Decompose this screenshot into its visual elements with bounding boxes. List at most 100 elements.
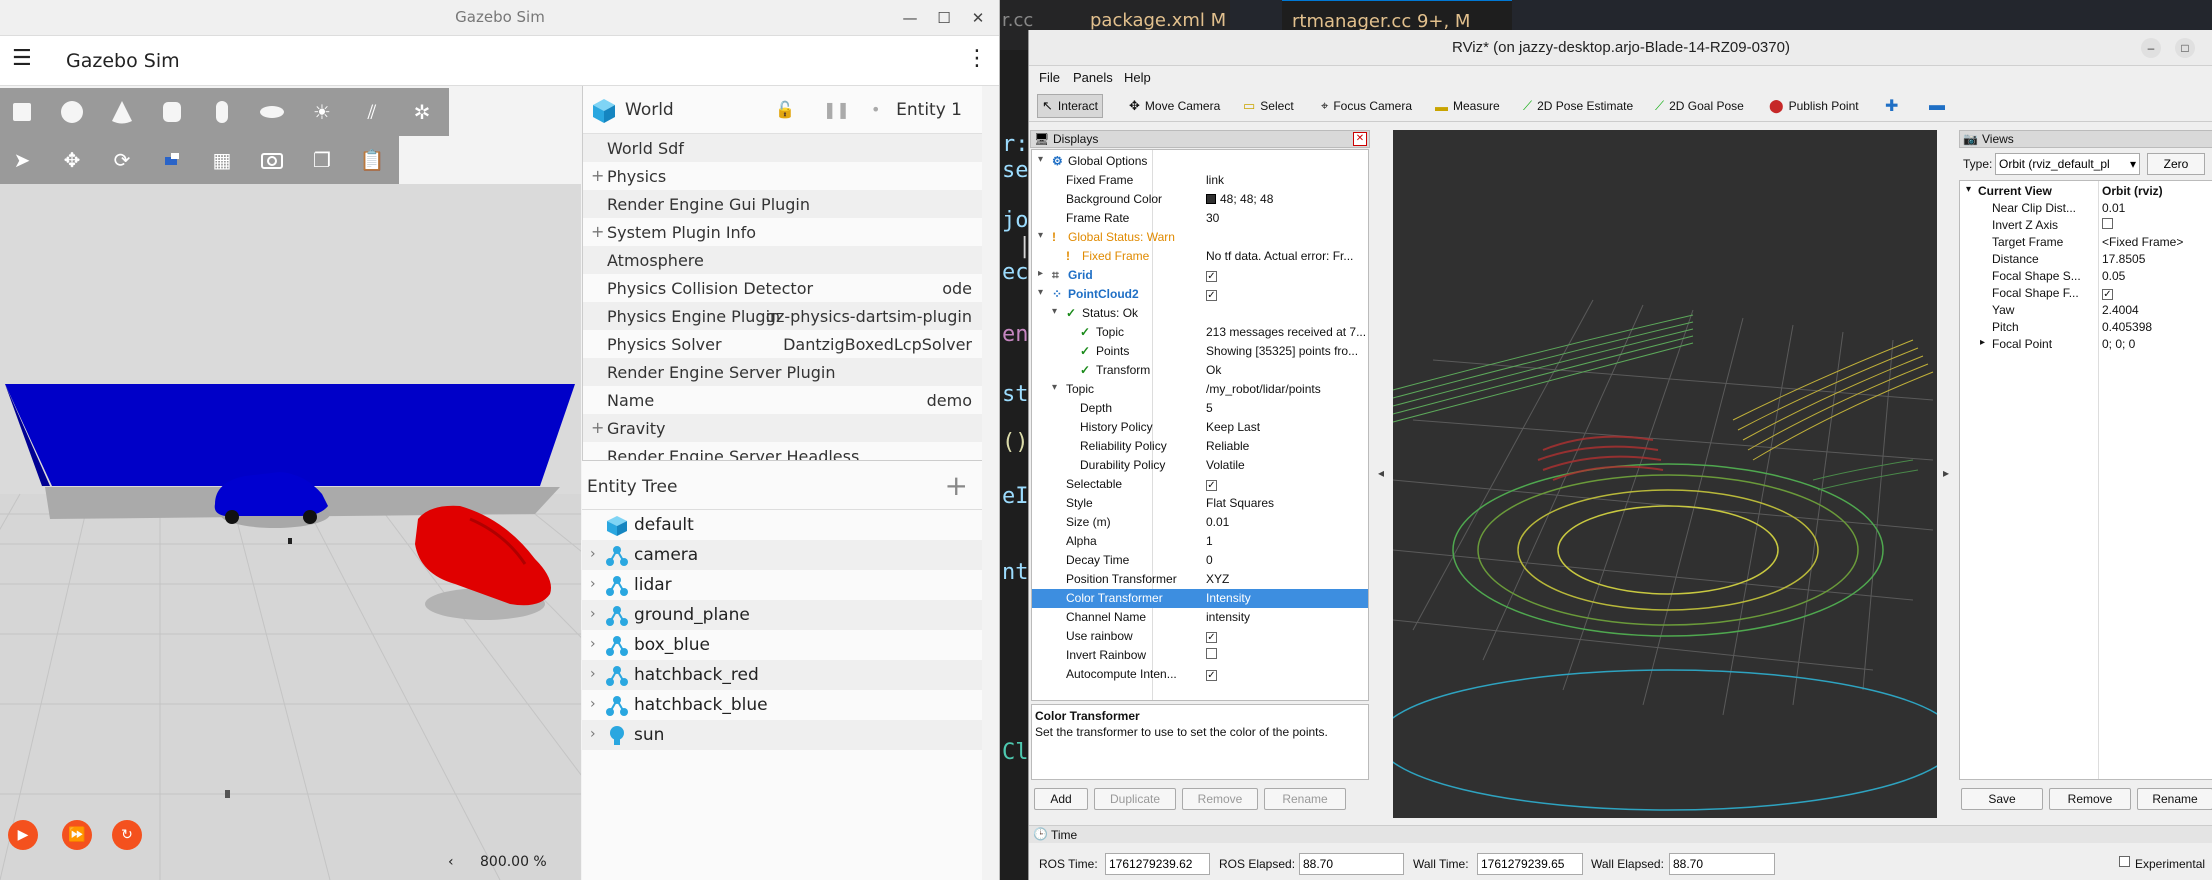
property-checkbox[interactable]: ✓ (1206, 670, 1217, 681)
interact-tool[interactable]: ↖ Interact (1037, 94, 1103, 118)
step-button[interactable]: ⏩ (62, 820, 92, 850)
entity-tree-item[interactable]: › lidar (582, 570, 982, 600)
rename-display-button[interactable]: Rename (1264, 788, 1346, 810)
display-property-row[interactable]: Decay Time 0 (1032, 551, 1368, 570)
add-display-button[interactable]: Add (1034, 788, 1088, 810)
entity-tree-item[interactable]: › hatchback_red (582, 660, 982, 690)
expanded-arrow-icon[interactable]: ▾ (1966, 184, 1971, 195)
hamburger-menu-icon[interactable]: ☰ (12, 48, 34, 70)
pin-icon[interactable]: • (871, 100, 880, 119)
minimize-icon[interactable]: – (2141, 38, 2161, 58)
play-button[interactable]: ▶ (8, 820, 38, 850)
point-light-icon[interactable]: ☀ (308, 98, 336, 126)
component-row[interactable]: Atmosphere (583, 246, 982, 274)
expanded-arrow-icon[interactable]: ▾ (1038, 230, 1043, 241)
copy-icon[interactable]: ❐ (308, 146, 336, 174)
select-tool[interactable]: ▭ Select (1239, 94, 1298, 118)
lock-icon[interactable]: 🔓 (775, 100, 795, 119)
property-checkbox[interactable] (1206, 648, 1217, 659)
cone-shape-icon[interactable] (108, 98, 136, 126)
view-property-row[interactable]: Near Clip Dist... 0.01 (1960, 200, 2212, 217)
color-swatch[interactable] (1206, 194, 1216, 204)
translate-icon[interactable]: ✥ (58, 146, 86, 174)
expanded-arrow-icon[interactable]: ▾ (1038, 154, 1043, 165)
pause-icon[interactable]: ❚❚ (823, 100, 850, 119)
view-property-row[interactable]: Focal Shape S... 0.05 (1960, 268, 2212, 285)
display-property-row[interactable]: Use rainbow ✓ (1032, 627, 1368, 646)
component-row[interactable]: Physics Collision Detector ode (583, 274, 982, 302)
focus-camera-tool[interactable]: ⌖ Focus Camera (1317, 94, 1416, 118)
view-property-checkbox[interactable]: ✓ (2102, 289, 2113, 300)
menu-panels[interactable]: Panels (1073, 70, 1113, 85)
ros-time-field[interactable]: 1761279239.62 (1105, 853, 1210, 875)
box-shape-icon[interactable] (8, 98, 36, 126)
entity-tree-item[interactable]: default (582, 510, 982, 540)
expanded-arrow-icon[interactable]: ▾ (1038, 287, 1043, 298)
view-property-checkbox[interactable] (2102, 218, 2113, 229)
add-entity-icon[interactable]: + (945, 469, 968, 502)
ellipsoid-shape-icon[interactable] (258, 98, 286, 126)
display-property-row[interactable]: History Policy Keep Last (1032, 418, 1368, 437)
display-property-row[interactable]: Autocompute Inten... ✓ (1032, 665, 1368, 684)
maximize-icon[interactable]: ☐ (932, 6, 956, 30)
select-arrow-icon[interactable]: ➤ (8, 146, 36, 174)
collapsed-arrow-icon[interactable]: ▸ (1980, 337, 1985, 348)
display-property-row[interactable]: ✓ Transform Ok (1032, 361, 1368, 380)
close-icon[interactable]: ✕ (966, 6, 990, 30)
display-property-row[interactable]: ▾ Topic/my_robot/lidar/points (1032, 380, 1368, 399)
paste-icon[interactable]: 📋 (358, 146, 386, 174)
experimental-checkbox[interactable] (2119, 856, 2130, 867)
chevron-right-icon[interactable]: › (590, 606, 596, 622)
snap-icon[interactable] (158, 146, 186, 174)
entity-tree-item[interactable]: › hatchback_blue (582, 690, 982, 720)
display-property-row[interactable]: Size (m) 0.01 (1032, 513, 1368, 532)
display-property-row[interactable]: Position Transformer XYZ (1032, 570, 1368, 589)
display-property-row[interactable]: ▾ ✓ Status: Ok (1032, 304, 1368, 323)
3d-scene-view[interactable]: ▶ ⏩ ↻ ‹ 800.00 % (0, 184, 581, 880)
display-property-row[interactable]: ✓ Topic 213 messages received at 7... (1032, 323, 1368, 342)
editor-tab[interactable]: r.cc (1002, 10, 1033, 30)
view-property-row[interactable]: ▾ Current View Orbit (rviz) (1960, 183, 2212, 200)
remove-view-button[interactable]: Remove (2049, 788, 2131, 810)
add-tool-icon[interactable]: ✚ (1881, 94, 1902, 118)
view-property-row[interactable]: Focal Shape F... ✓ (1960, 285, 2212, 302)
rotate-icon[interactable]: ⟳ (108, 146, 136, 174)
component-row[interactable]: Render Engine Server Headless (583, 442, 982, 460)
component-row[interactable]: Render Engine Server Plugin (583, 358, 982, 386)
maximize-icon[interactable]: □ (2175, 38, 2195, 58)
component-row[interactable]: + Gravity (583, 414, 982, 442)
display-property-row[interactable]: Alpha 1 (1032, 532, 1368, 551)
view-property-row[interactable]: Yaw 2.4004 (1960, 302, 2212, 319)
sphere-shape-icon[interactable] (58, 98, 86, 126)
display-property-row[interactable]: ▸ ⌗ Grid ✓ (1032, 266, 1368, 285)
entity-tree-item[interactable]: › sun (582, 720, 982, 750)
display-property-row[interactable]: Invert Rainbow (1032, 646, 1368, 665)
property-checkbox[interactable]: ✓ (1206, 632, 1217, 643)
entity-tree-item[interactable]: › camera (582, 540, 982, 570)
grid-config-icon[interactable]: ▦ (208, 146, 236, 174)
expand-plus-icon[interactable]: + (591, 418, 604, 437)
directional-light-icon[interactable]: ⫽ (358, 98, 386, 126)
display-property-row[interactable]: ▾ ⁘ PointCloud2 ✓ (1032, 285, 1368, 304)
view-property-row[interactable]: Pitch 0.405398 (1960, 319, 2212, 336)
ros-elapsed-field[interactable]: 88.70 (1299, 853, 1404, 875)
component-row[interactable]: Physics Engine Plugin gz-physics-dartsim-… (583, 302, 982, 330)
property-checkbox[interactable]: ✓ (1206, 290, 1217, 301)
view-property-row[interactable]: ▸ Focal Point 0; 0; 0 (1960, 336, 2212, 353)
component-row[interactable]: + Physics (583, 162, 982, 190)
display-property-row[interactable]: ! Fixed Frame No tf data. Actual error: Fr… (1032, 247, 1368, 266)
property-checkbox[interactable]: ✓ (1206, 271, 1217, 282)
wall-elapsed-field[interactable]: 88.70 (1669, 853, 1775, 875)
wall-time-field[interactable]: 1761279239.65 (1477, 853, 1583, 875)
display-property-row[interactable]: ▾ ⚙ Global Options (1032, 152, 1368, 171)
rviz-3d-view[interactable] (1393, 130, 1937, 818)
goal-pose-tool[interactable]: ⟋ 2D Goal Pose (1651, 94, 1748, 118)
view-property-row[interactable]: Target Frame <Fixed Frame> (1960, 234, 2212, 251)
reset-button[interactable]: ↻ (112, 820, 142, 850)
screenshot-camera-icon[interactable] (258, 146, 286, 174)
save-view-button[interactable]: Save (1961, 788, 2043, 810)
chevron-right-icon[interactable]: › (590, 636, 596, 652)
editor-tab[interactable]: rtmanager.cc 9+, M (1292, 11, 1470, 32)
remove-display-button[interactable]: Remove (1182, 788, 1258, 810)
publish-point-tool[interactable]: ⬤ Publish Point (1765, 94, 1863, 118)
